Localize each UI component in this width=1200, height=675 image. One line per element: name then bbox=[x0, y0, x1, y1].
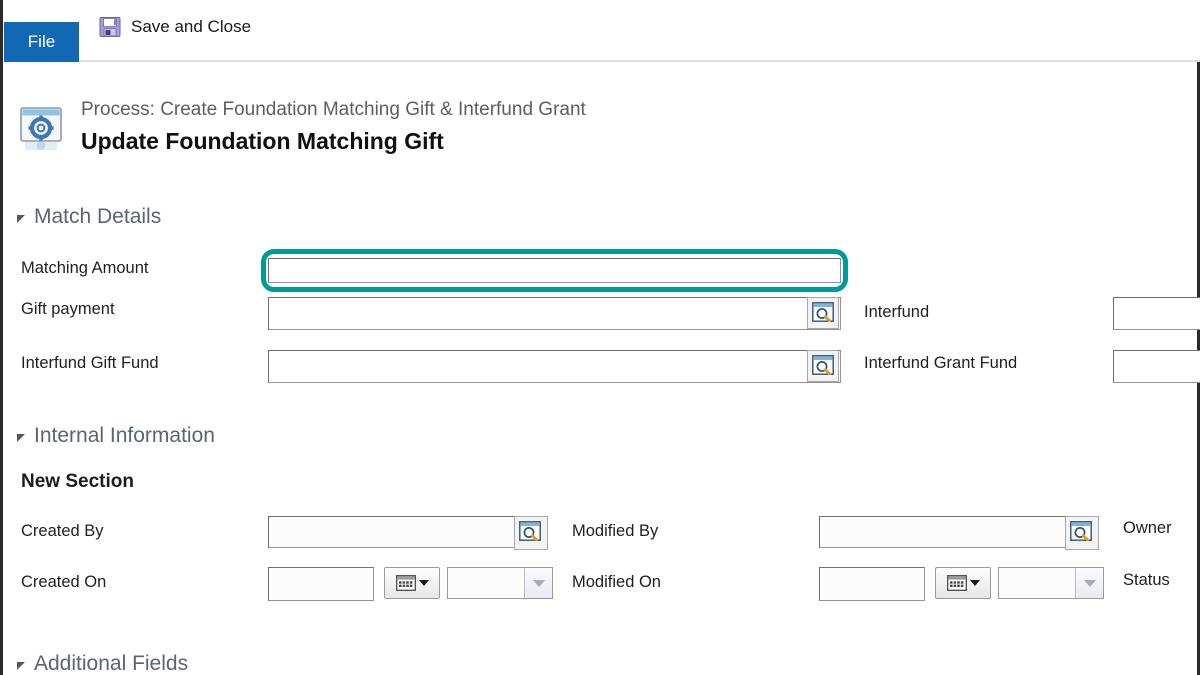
page-title: Update Foundation Matching Gift bbox=[81, 128, 444, 154]
section-title-match-details: Match Details bbox=[34, 205, 162, 228]
modified-on-time-dropdown[interactable] bbox=[998, 567, 1104, 599]
calendar-icon bbox=[395, 575, 416, 591]
gift-payment-input[interactable] bbox=[268, 297, 841, 330]
subsection-title-new-section: New Section bbox=[21, 471, 134, 492]
process-gear-window-icon bbox=[17, 106, 67, 154]
created-on-date-input[interactable] bbox=[268, 567, 374, 601]
interfund-gift-fund-lookup-button[interactable] bbox=[807, 350, 839, 382]
section-title-internal-information: Internal Information bbox=[34, 424, 215, 447]
interfund-input[interactable] bbox=[1113, 297, 1200, 330]
label-interfund-gift-fund: Interfund Gift Fund bbox=[21, 354, 159, 372]
label-owner: Owner bbox=[1123, 519, 1172, 537]
file-tab-label: File bbox=[27, 32, 56, 51]
interfund-gift-fund-input[interactable] bbox=[268, 350, 841, 383]
label-interfund-grant-fund: Interfund Grant Fund bbox=[864, 354, 1018, 372]
lookup-magnifier-icon bbox=[812, 302, 834, 323]
modified-by-lookup-button[interactable] bbox=[1065, 516, 1099, 550]
form-header: Process: Create Foundation Matching Gift… bbox=[3, 62, 1200, 182]
calendar-icon bbox=[946, 575, 967, 591]
collapse-triangle-icon bbox=[17, 214, 25, 223]
label-interfund: Interfund bbox=[864, 303, 930, 321]
created-by-input[interactable] bbox=[268, 516, 548, 548]
section-header-internal-information[interactable]: Internal Information bbox=[17, 424, 215, 448]
modified-on-calendar-button[interactable] bbox=[935, 567, 991, 599]
section-header-match-details[interactable]: Match Details bbox=[17, 205, 161, 229]
collapse-triangle-icon bbox=[17, 661, 25, 670]
matching-amount-input[interactable] bbox=[268, 258, 841, 283]
chevron-down-icon bbox=[524, 568, 552, 598]
label-modified-by: Modified By bbox=[572, 522, 659, 540]
created-on-time-dropdown[interactable] bbox=[447, 567, 553, 599]
collapse-triangle-icon bbox=[17, 433, 25, 442]
section-header-additional-fields[interactable]: Additional Fields bbox=[17, 652, 188, 675]
chevron-down-icon bbox=[418, 580, 429, 586]
section-title-additional-fields: Additional Fields bbox=[34, 652, 189, 675]
save-and-close-button[interactable]: Save and Close bbox=[99, 12, 251, 42]
form-window: File Save and Close Process: Create Foun… bbox=[0, 0, 1200, 675]
label-modified-on: Modified On bbox=[572, 573, 661, 591]
label-created-by: Created By bbox=[21, 522, 104, 540]
lookup-magnifier-icon bbox=[812, 355, 834, 376]
modified-by-input[interactable] bbox=[819, 516, 1099, 548]
save-and-close-label: Save and Close bbox=[131, 17, 252, 36]
lookup-magnifier-icon bbox=[519, 521, 541, 542]
created-on-calendar-button[interactable] bbox=[384, 567, 440, 599]
file-tab[interactable]: File bbox=[4, 22, 79, 62]
label-matching-amount: Matching Amount bbox=[21, 259, 149, 277]
ribbon-toolbar: File Save and Close bbox=[3, 0, 1200, 62]
chevron-down-icon bbox=[969, 580, 980, 586]
chevron-down-icon bbox=[1075, 568, 1103, 598]
gift-payment-lookup-button[interactable] bbox=[807, 297, 839, 329]
label-created-on: Created On bbox=[21, 573, 107, 591]
label-status: Status bbox=[1123, 571, 1170, 589]
interfund-grant-fund-input[interactable] bbox=[1113, 350, 1200, 383]
lookup-magnifier-icon bbox=[1070, 521, 1092, 542]
modified-on-date-input[interactable] bbox=[819, 567, 925, 601]
label-gift-payment: Gift payment bbox=[21, 300, 115, 318]
process-subtitle: Process: Create Foundation Matching Gift… bbox=[81, 99, 586, 120]
created-by-lookup-button[interactable] bbox=[514, 516, 548, 550]
floppy-disk-save-icon bbox=[99, 16, 121, 38]
